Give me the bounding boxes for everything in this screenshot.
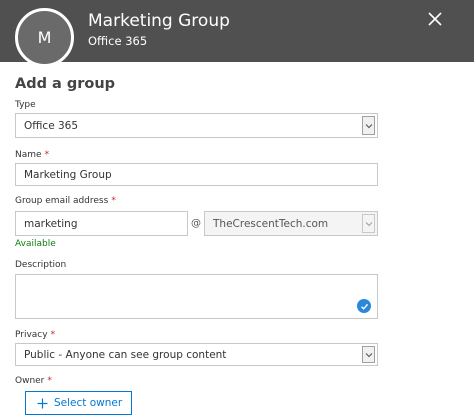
- checkmark-badge: [357, 299, 371, 313]
- required-marker: *: [111, 196, 116, 206]
- add-group-panel: Marketing Group Office 365 M Add a group…: [0, 0, 474, 420]
- select-owner-label: Select owner: [54, 397, 123, 409]
- owner-label: Owner *: [15, 376, 52, 386]
- type-select-value: Office 365: [24, 119, 79, 132]
- name-label: Name *: [15, 150, 49, 160]
- domain-dropdown-button[interactable]: [362, 214, 375, 233]
- availability-status: Available: [15, 239, 56, 249]
- avatar: M: [15, 8, 74, 67]
- privacy-label-text: Privacy: [15, 330, 48, 340]
- header-title: Marketing Group: [88, 11, 230, 31]
- type-label-text: Type: [15, 100, 36, 110]
- close-icon: [428, 12, 442, 26]
- plus-icon: [37, 398, 48, 408]
- description-label-text: Description: [15, 260, 67, 270]
- email-label-text: Group email address: [15, 196, 109, 206]
- chevron-down-icon: [365, 123, 372, 128]
- type-select[interactable]: Office 365: [15, 113, 378, 138]
- required-marker: *: [50, 330, 56, 340]
- email-domain-value: TheCrescentTech.com: [213, 217, 329, 230]
- at-sign: @: [191, 218, 201, 229]
- privacy-select-value: Public - Anyone can see group content: [24, 348, 227, 361]
- chevron-down-icon: [365, 221, 372, 226]
- email-alias-value: marketing: [24, 217, 78, 230]
- required-marker: *: [44, 150, 50, 160]
- select-owner-button[interactable]: Select owner: [25, 391, 132, 415]
- type-label: Type: [15, 100, 36, 110]
- close-button[interactable]: [424, 8, 446, 30]
- privacy-select[interactable]: Public - Anyone can see group content: [15, 343, 378, 366]
- description-label: Description: [15, 260, 66, 270]
- owner-label-text: Owner: [15, 376, 45, 386]
- name-label-text: Name: [15, 150, 42, 160]
- name-field-value: Marketing Group: [24, 168, 112, 181]
- email-domain-select[interactable]: TheCrescentTech.com: [204, 211, 378, 236]
- email-label: Group email address *: [15, 196, 116, 206]
- privacy-label: Privacy *: [15, 330, 55, 340]
- email-alias-field[interactable]: marketing: [15, 211, 188, 236]
- name-field[interactable]: Marketing Group: [15, 163, 378, 186]
- checkmark-icon: [360, 303, 368, 310]
- chevron-down-icon: [365, 352, 372, 357]
- section-title: Add a group: [15, 76, 116, 92]
- description-field[interactable]: [15, 274, 378, 319]
- header-subtitle: Office 365: [88, 34, 148, 48]
- privacy-dropdown-button[interactable]: [362, 346, 375, 363]
- type-dropdown-button[interactable]: [362, 116, 375, 135]
- required-marker: *: [47, 376, 52, 386]
